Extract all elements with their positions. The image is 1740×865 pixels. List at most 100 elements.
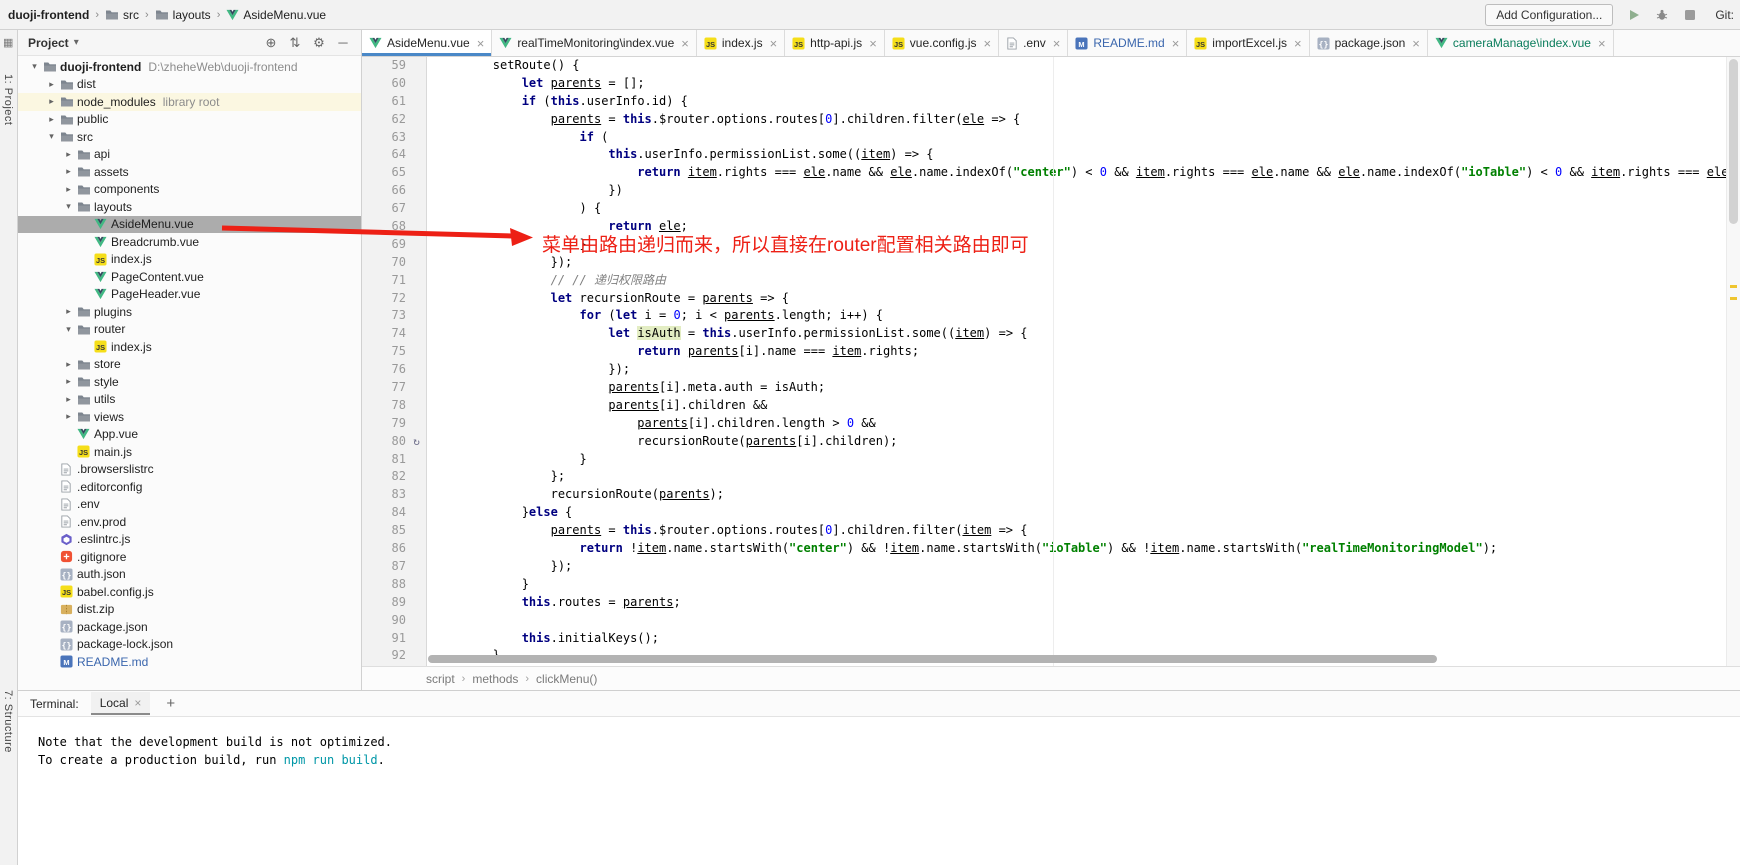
line-number[interactable]: 68 xyxy=(362,218,406,236)
tab-close-icon[interactable]: × xyxy=(681,36,689,51)
editor-tab[interactable]: JSimportExcel.js× xyxy=(1187,30,1309,56)
line-number[interactable]: 71 xyxy=(362,272,406,290)
tree-expand-arrow-icon[interactable]: ▸ xyxy=(60,359,77,370)
line-number[interactable]: 66 xyxy=(362,182,406,200)
tree-row[interactable]: ▸node_moduleslibrary root xyxy=(18,93,361,111)
line-number[interactable]: 88 xyxy=(362,576,406,594)
breadcrumb-item[interactable]: AsideMenu.vue xyxy=(226,8,326,22)
horizontal-scrollbar-thumb[interactable] xyxy=(428,655,1437,663)
line-number[interactable]: 67 xyxy=(362,200,406,218)
code-line[interactable]: 87 }); xyxy=(362,558,1740,576)
line-number[interactable]: 90 xyxy=(362,612,406,630)
tab-close-icon[interactable]: × xyxy=(1294,36,1302,51)
code-line[interactable]: 81 } xyxy=(362,451,1740,469)
tree-row[interactable]: ▸api xyxy=(18,146,361,164)
tree-row[interactable]: PageHeader.vue xyxy=(18,286,361,304)
code-area[interactable]: 59 setRoute() {60 let parents = [];61 if… xyxy=(362,57,1740,665)
code-line[interactable]: 64 this.userInfo.permissionList.some((it… xyxy=(362,146,1740,164)
code-line[interactable]: 61 if (this.userInfo.id) { xyxy=(362,93,1740,111)
line-number[interactable]: 91 xyxy=(362,630,406,648)
tree-row[interactable]: ▸public xyxy=(18,111,361,129)
code-line[interactable]: 84 }else { xyxy=(362,504,1740,522)
editor-tab[interactable]: cameraManage\index.vue× xyxy=(1428,30,1614,56)
tree-row[interactable]: ▾layouts xyxy=(18,198,361,216)
tree-row[interactable]: ▸dist xyxy=(18,76,361,94)
tab-close-icon[interactable]: × xyxy=(477,36,485,51)
line-number[interactable]: 75 xyxy=(362,343,406,361)
tree-row[interactable]: JSindex.js xyxy=(18,338,361,356)
tree-row[interactable]: PageContent.vue xyxy=(18,268,361,286)
line-number[interactable]: 85 xyxy=(362,522,406,540)
line-number[interactable]: 79 xyxy=(362,415,406,433)
tree-row[interactable]: .editorconfig xyxy=(18,478,361,496)
error-stripe-mark[interactable] xyxy=(1730,285,1737,288)
editor-tab[interactable]: MREADME.md× xyxy=(1068,30,1187,56)
tree-expand-arrow-icon[interactable]: ▸ xyxy=(43,96,60,107)
tree-row[interactable]: JSbabel.config.js xyxy=(18,583,361,601)
tree-row[interactable]: dist.zip xyxy=(18,601,361,619)
editor-tab[interactable]: .env× xyxy=(999,30,1068,56)
tree-expand-arrow-icon[interactable]: ▾ xyxy=(60,201,77,212)
line-number[interactable]: 83 xyxy=(362,486,406,504)
hide-panel-icon[interactable]: ─ xyxy=(331,35,355,50)
code-line[interactable]: 85 parents = this.$router.options.routes… xyxy=(362,522,1740,540)
tree-row[interactable]: ▸style xyxy=(18,373,361,391)
code-line[interactable]: 68 return ele; xyxy=(362,218,1740,236)
tree-expand-arrow-icon[interactable]: ▸ xyxy=(60,166,77,177)
code-line[interactable]: 69 } xyxy=(362,236,1740,254)
tree-row[interactable]: ▾router xyxy=(18,321,361,339)
tree-expand-arrow-icon[interactable]: ▾ xyxy=(43,131,60,142)
code-line[interactable]: 74 let isAuth = this.userInfo.permission… xyxy=(362,325,1740,343)
line-number[interactable]: 74 xyxy=(362,325,406,343)
structure-stripe-button[interactable]: 7: Structure xyxy=(2,690,14,753)
line-number[interactable]: 70 xyxy=(362,254,406,272)
line-number[interactable]: 87 xyxy=(362,558,406,576)
line-number[interactable]: 77 xyxy=(362,379,406,397)
code-line[interactable]: 91 this.initialKeys(); xyxy=(362,630,1740,648)
editor-tab[interactable]: {}package.json× xyxy=(1310,30,1428,56)
toolwindow-switcher-icon[interactable]: ▦ xyxy=(3,36,13,49)
code-line[interactable]: 86 return !item.name.startsWith("center"… xyxy=(362,540,1740,558)
line-number[interactable]: 76 xyxy=(362,361,406,379)
tree-row[interactable]: ▸views xyxy=(18,408,361,426)
tree-expand-arrow-icon[interactable]: ▸ xyxy=(43,114,60,125)
tree-expand-arrow-icon[interactable]: ▸ xyxy=(60,306,77,317)
tree-expand-arrow-icon[interactable]: ▸ xyxy=(60,184,77,195)
tree-row[interactable]: ▸utils xyxy=(18,391,361,409)
tree-row[interactable]: ▾duoji-frontendD:\zheheWeb\duoji-fronten… xyxy=(18,58,361,76)
vertical-scrollbar[interactable] xyxy=(1726,57,1740,666)
new-terminal-button[interactable]: + xyxy=(162,695,179,712)
code-line[interactable]: 60 let parents = []; xyxy=(362,75,1740,93)
code-line[interactable]: 63 if ( xyxy=(362,129,1740,147)
tree-expand-arrow-icon[interactable]: ▸ xyxy=(60,376,77,387)
tree-expand-arrow-icon[interactable]: ▾ xyxy=(26,61,43,72)
code-line[interactable]: 79 parents[i].children.length > 0 && xyxy=(362,415,1740,433)
code-line[interactable]: 88 } xyxy=(362,576,1740,594)
line-number[interactable]: 73 xyxy=(362,307,406,325)
tree-row[interactable]: App.vue xyxy=(18,426,361,444)
line-number[interactable]: 80 xyxy=(362,433,406,451)
error-stripe-mark[interactable] xyxy=(1730,297,1737,300)
line-number[interactable]: 72 xyxy=(362,290,406,308)
line-number[interactable]: 59 xyxy=(362,57,406,75)
code-line[interactable]: 80↻ recursionRoute(parents[i].children); xyxy=(362,433,1740,451)
editor-breadcrumb-item[interactable]: clickMenu() xyxy=(536,672,597,686)
tree-row[interactable]: .browserslistrc xyxy=(18,461,361,479)
line-number[interactable]: 62 xyxy=(362,111,406,129)
tab-close-icon[interactable]: × xyxy=(983,36,991,51)
tree-row[interactable]: AsideMenu.vue xyxy=(18,216,361,234)
terminal-tab-close-icon[interactable]: × xyxy=(134,696,141,710)
tree-expand-arrow-icon[interactable]: ▸ xyxy=(60,411,77,422)
tab-close-icon[interactable]: × xyxy=(869,36,877,51)
editor-tab[interactable]: JSvue.config.js× xyxy=(885,30,999,56)
line-number[interactable]: 89 xyxy=(362,594,406,612)
code-line[interactable]: 59 setRoute() { xyxy=(362,57,1740,75)
tab-close-icon[interactable]: × xyxy=(1412,36,1420,51)
code-line[interactable]: 76 }); xyxy=(362,361,1740,379)
tree-row[interactable]: ▸components xyxy=(18,181,361,199)
code-line[interactable]: 67 ) { xyxy=(362,200,1740,218)
line-number[interactable]: 63 xyxy=(362,129,406,147)
tree-row[interactable]: ▸store xyxy=(18,356,361,374)
breadcrumb-item[interactable]: src xyxy=(105,8,139,22)
tree-row[interactable]: ▸assets xyxy=(18,163,361,181)
